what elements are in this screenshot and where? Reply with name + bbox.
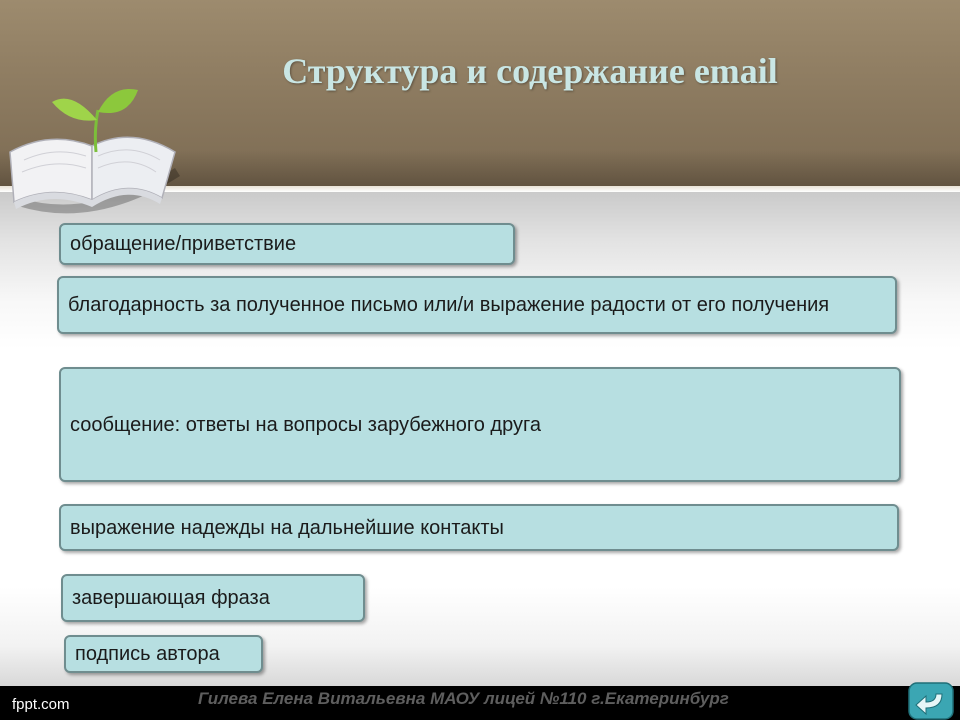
footer-site-label: fppt.com <box>12 696 70 713</box>
structure-item: завершающая фраза <box>61 574 365 622</box>
slide-title: Структура и содержание email <box>282 51 778 91</box>
structure-item: сообщение: ответы на вопросы зарубежного… <box>59 367 901 482</box>
structure-item: подпись автора <box>64 635 263 673</box>
slide-footer: fppt.com Гилева Елена Витальевна МАОУ ли… <box>0 686 960 720</box>
structure-item: благодарность за полученное письмо или/и… <box>57 276 897 334</box>
structure-item: обращение/приветствие <box>59 223 515 265</box>
footer-author-label: Гилева Елена Витальевна МАОУ лицей №110 … <box>198 689 729 708</box>
structure-item: выражение надежды на дальнейшие контакты <box>59 504 899 551</box>
open-book-with-sprout-icon <box>9 88 180 214</box>
return-arrow-icon[interactable] <box>908 682 954 720</box>
